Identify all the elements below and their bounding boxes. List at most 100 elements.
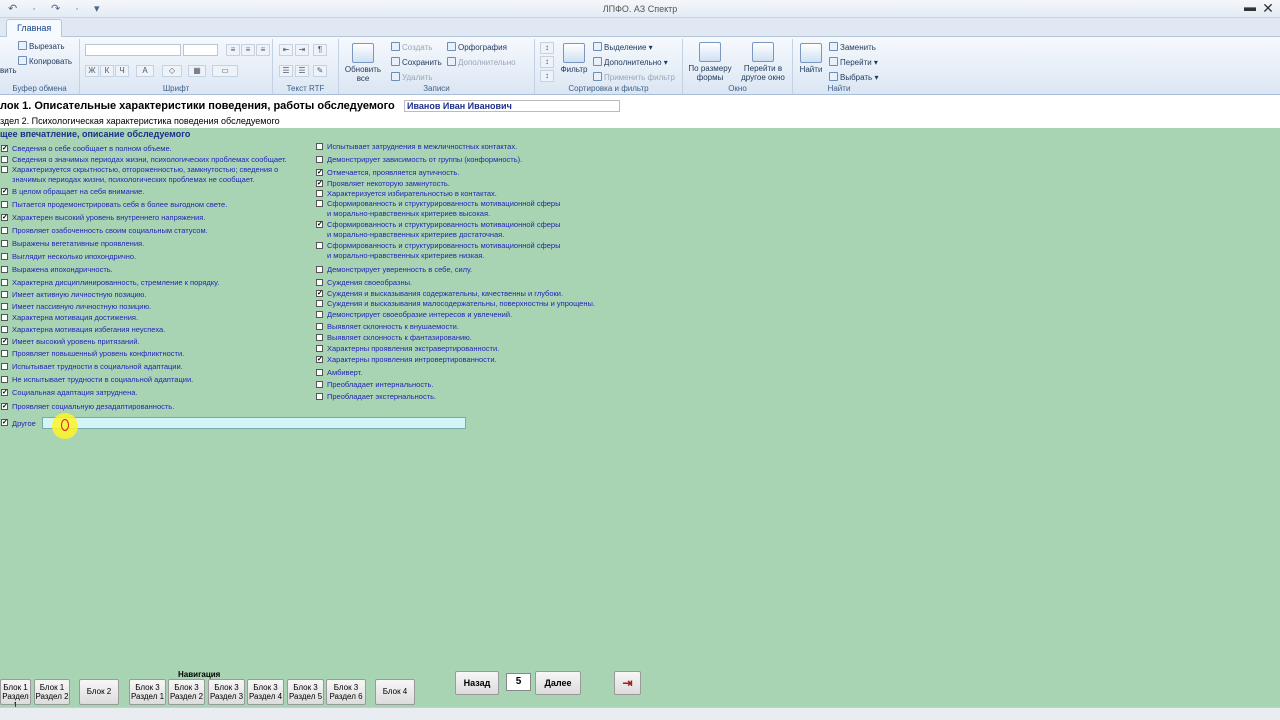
item-checkbox[interactable] bbox=[1, 240, 8, 247]
item-checkbox[interactable] bbox=[1, 326, 8, 333]
item-checkbox[interactable] bbox=[1, 279, 8, 286]
replace-button[interactable]: Заменить bbox=[829, 42, 876, 53]
item-checkbox[interactable] bbox=[316, 242, 323, 249]
nav-button[interactable]: Блок 3 Раздел 4 bbox=[247, 679, 284, 705]
item-checkbox[interactable] bbox=[316, 200, 323, 207]
nav-button[interactable]: Блок 3 Раздел 5 bbox=[287, 679, 324, 705]
nav-button[interactable]: Блок 3 Раздел 1 bbox=[129, 679, 166, 705]
exit-icon[interactable]: ⇥ bbox=[614, 671, 641, 695]
item-checkbox[interactable] bbox=[316, 381, 323, 388]
item-checkbox[interactable] bbox=[316, 311, 323, 318]
other-text-input[interactable] bbox=[42, 417, 466, 429]
align-right-icon[interactable]: ≡ bbox=[256, 44, 270, 56]
highlight-color-icon[interactable]: ✎ bbox=[313, 65, 327, 77]
sort-asc-icon[interactable]: ↕ bbox=[540, 42, 554, 54]
close-icon[interactable]: ✕ bbox=[1260, 0, 1276, 17]
item-checkbox[interactable] bbox=[1, 303, 8, 310]
item-checkbox[interactable] bbox=[1, 156, 8, 163]
item-checkbox[interactable]: ✓ bbox=[316, 356, 323, 363]
create-button[interactable]: Создать bbox=[391, 42, 432, 53]
align-center-icon[interactable]: ≡ bbox=[241, 44, 255, 56]
item-checkbox[interactable] bbox=[316, 393, 323, 400]
nav-button[interactable]: Блок 3 Раздел 3 bbox=[208, 679, 245, 705]
next-button[interactable]: Далее bbox=[535, 671, 581, 695]
item-checkbox[interactable]: ✓ bbox=[1, 188, 8, 195]
nav-button[interactable]: Блок 3 Раздел 6 bbox=[326, 679, 366, 705]
other-checkbox[interactable]: ✓ bbox=[1, 419, 8, 426]
filter-advanced-button[interactable]: Дополнительно ▾ bbox=[593, 57, 668, 68]
item-checkbox[interactable]: ✓ bbox=[316, 221, 323, 228]
selection-button[interactable]: Выделение ▾ bbox=[593, 42, 653, 53]
sort-desc-icon[interactable]: ↕ bbox=[540, 56, 554, 68]
item-checkbox[interactable] bbox=[1, 363, 8, 370]
item-checkbox[interactable]: ✓ bbox=[316, 180, 323, 187]
minimize-icon[interactable]: ▬ bbox=[1244, 0, 1256, 14]
item-checkbox[interactable] bbox=[316, 323, 323, 330]
back-button[interactable]: Назад bbox=[455, 671, 499, 695]
cut-button[interactable]: Вырезать bbox=[18, 41, 65, 52]
font-size-combo[interactable] bbox=[183, 44, 218, 56]
bullets-icon[interactable]: ☰ bbox=[279, 65, 293, 77]
item-checkbox[interactable]: ✓ bbox=[316, 290, 323, 297]
item-checkbox[interactable] bbox=[1, 166, 8, 173]
page-number-field[interactable]: 5 bbox=[506, 673, 531, 691]
copy-button[interactable]: Копировать bbox=[18, 56, 72, 67]
person-name-field[interactable]: Иванов Иван Иванович bbox=[404, 100, 620, 112]
nav-button[interactable]: Блок 1 Раздел 1 bbox=[0, 679, 31, 710]
item-checkbox[interactable]: ✓ bbox=[1, 389, 8, 396]
item-checkbox[interactable] bbox=[316, 143, 323, 150]
save-button[interactable]: Сохранить bbox=[391, 57, 442, 68]
item-checkbox[interactable] bbox=[1, 314, 8, 321]
switch-window-button[interactable]: Перейти в другое окно bbox=[735, 42, 791, 82]
item-checkbox[interactable] bbox=[1, 266, 8, 273]
goto-button[interactable]: Перейти ▾ bbox=[829, 57, 878, 68]
spelling-button[interactable]: Орфография bbox=[447, 42, 507, 53]
item-checkbox[interactable]: ✓ bbox=[1, 214, 8, 221]
alt-fill-icon[interactable]: ▭ bbox=[212, 65, 238, 77]
item-checkbox[interactable] bbox=[1, 227, 8, 234]
nav-button[interactable]: Блок 3 Раздел 2 bbox=[168, 679, 205, 705]
font-name-combo[interactable] bbox=[85, 44, 181, 56]
nav-button[interactable]: Блок 2 bbox=[79, 679, 119, 705]
delete-button[interactable]: Удалить bbox=[391, 72, 433, 83]
item-checkbox[interactable] bbox=[1, 201, 8, 208]
item-checkbox[interactable] bbox=[1, 350, 8, 357]
item-checkbox[interactable] bbox=[316, 156, 323, 163]
bold-button[interactable]: Ж bbox=[85, 65, 99, 77]
align-left-icon[interactable]: ≡ bbox=[226, 44, 240, 56]
highlight-icon[interactable]: ◇ bbox=[162, 65, 182, 77]
indent-increase-icon[interactable]: ⇥ bbox=[295, 44, 309, 56]
italic-button[interactable]: К bbox=[100, 65, 114, 77]
item-checkbox[interactable] bbox=[316, 190, 323, 197]
numbering-icon[interactable]: ☰ bbox=[295, 65, 309, 77]
item-checkbox[interactable] bbox=[316, 345, 323, 352]
select-button[interactable]: Выбрать ▾ bbox=[829, 72, 878, 83]
item-checkbox[interactable] bbox=[316, 300, 323, 307]
indent-decrease-icon[interactable]: ⇤ bbox=[279, 44, 293, 56]
item-checkbox[interactable] bbox=[1, 253, 8, 260]
underline-button[interactable]: Ч bbox=[115, 65, 129, 77]
fit-to-form-button[interactable]: По размеру формы bbox=[686, 42, 734, 82]
records-more-button[interactable]: Дополнительно bbox=[447, 57, 516, 68]
item-checkbox[interactable]: ✓ bbox=[1, 145, 8, 152]
item-checkbox[interactable] bbox=[316, 279, 323, 286]
clear-sort-icon[interactable]: ↕ bbox=[540, 70, 554, 82]
nav-button[interactable]: Блок 1 Раздел 2 bbox=[34, 679, 70, 705]
item-checkbox[interactable]: ✓ bbox=[316, 169, 323, 176]
item-checkbox[interactable]: ✓ bbox=[1, 338, 8, 345]
apply-filter-button[interactable]: Применить фильтр bbox=[593, 72, 675, 83]
refresh-all-button[interactable]: Обновить все bbox=[341, 43, 385, 83]
find-button[interactable]: Найти bbox=[795, 43, 827, 74]
item-checkbox[interactable] bbox=[1, 376, 8, 383]
gridlines-icon[interactable]: ▦ bbox=[188, 65, 206, 77]
tab-home[interactable]: Главная bbox=[6, 19, 63, 37]
item-checkbox[interactable] bbox=[1, 291, 8, 298]
item-checkbox[interactable] bbox=[316, 369, 323, 376]
filter-button[interactable]: Фильтр bbox=[557, 43, 591, 74]
paste-button[interactable]: вить bbox=[0, 65, 17, 76]
font-color-button[interactable]: A bbox=[136, 65, 154, 77]
item-checkbox[interactable] bbox=[316, 266, 323, 273]
item-checkbox[interactable]: ✓ bbox=[1, 403, 8, 410]
nav-button[interactable]: Блок 4 bbox=[375, 679, 415, 705]
rtl-icon[interactable]: ¶ bbox=[313, 44, 327, 56]
